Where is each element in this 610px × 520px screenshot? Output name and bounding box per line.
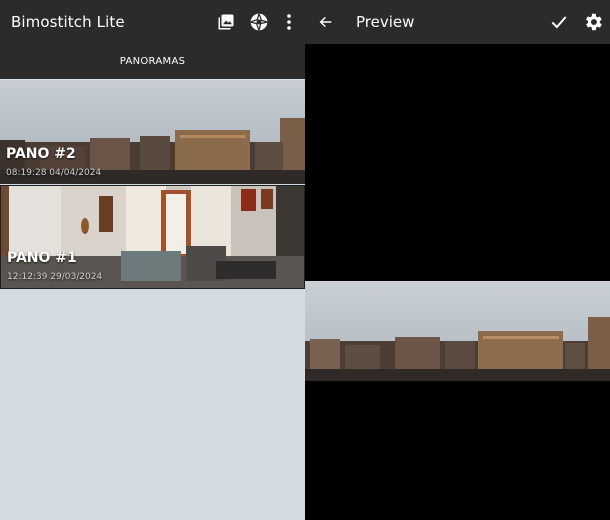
panorama-timestamp: 08:19:28 04/04/2024	[6, 168, 102, 178]
panorama-name: PANO #2	[6, 146, 76, 162]
panorama-card[interactable]: PANO #2 08:19:28 04/04/2024	[0, 80, 305, 184]
more-vert-icon[interactable]	[277, 10, 301, 34]
app-bar: Bimostitch Lite	[0, 0, 305, 44]
arrow-back-icon[interactable]	[314, 10, 338, 34]
preview-pane	[305, 0, 610, 520]
tab-panoramas-label: PANORAMAS	[119, 56, 186, 67]
tab-indicator	[0, 77, 305, 79]
preview-panorama-image	[305, 281, 610, 381]
preview-title: Preview	[356, 13, 415, 31]
panorama-name: PANO #1	[7, 250, 77, 266]
tab-bar: PANORAMAS	[0, 44, 305, 79]
app-title: Bimostitch Lite	[11, 13, 125, 31]
check-icon[interactable]	[547, 10, 571, 34]
panorama-timestamp: 12:12:39 29/03/2024	[7, 272, 103, 282]
tab-panoramas[interactable]: PANORAMAS	[0, 44, 305, 79]
gallery-icon[interactable]	[214, 10, 238, 34]
preview-app-bar: Preview	[305, 0, 610, 44]
panorama-card[interactable]: PANO #1 12:12:39 29/03/2024	[0, 185, 305, 289]
gear-icon[interactable]	[581, 10, 605, 34]
aperture-icon[interactable]	[247, 10, 271, 34]
